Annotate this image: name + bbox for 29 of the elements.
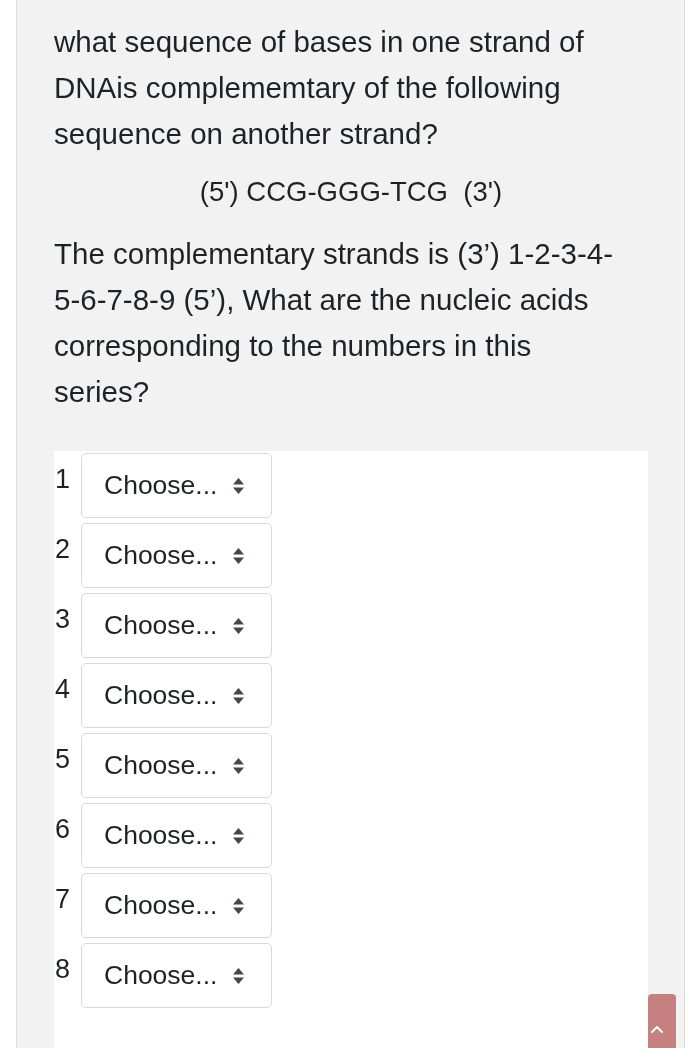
scroll-top-button[interactable] — [648, 994, 676, 1048]
question-prompt: The complementary strands is (3’) 1-2-3-4-5-6-7-8-9 (5’), What are the nucleic acids corresponding to the numbers in this series? — [54, 236, 615, 410]
up-down-caret-icon — [233, 547, 245, 564]
up-down-caret-icon — [233, 617, 245, 634]
answer-select[interactable]: Choose... — [81, 943, 272, 1008]
caret-up-icon — [651, 1026, 663, 1033]
up-down-caret-icon — [233, 827, 245, 844]
up-down-caret-icon — [233, 897, 245, 914]
up-down-caret-icon — [233, 687, 245, 704]
answer-select[interactable]: Choose... — [81, 593, 272, 658]
item-number: 8 — [54, 954, 72, 984]
up-down-caret-icon — [233, 757, 245, 774]
item-number: 5 — [54, 744, 72, 774]
item-number: 3 — [54, 604, 72, 634]
item-number: 7 — [54, 884, 72, 914]
item-number: 2 — [54, 534, 72, 564]
sequence-text: (5') CCG-GGG-TCG (3') — [198, 175, 504, 209]
item-number: 1 — [54, 464, 72, 494]
answer-select[interactable]: Choose... — [81, 663, 272, 728]
item-number: 4 — [54, 674, 72, 704]
question-text: what sequence of bases in one strand of DNAis complememtary of the following sequence on another strand? — [54, 24, 585, 152]
item-number: 6 — [54, 814, 72, 844]
answer-select[interactable]: Choose... — [81, 453, 272, 518]
answer-select[interactable]: Choose... — [81, 803, 272, 868]
up-down-caret-icon — [233, 967, 245, 984]
answer-select[interactable]: Choose... — [81, 523, 272, 588]
up-down-caret-icon — [233, 477, 245, 494]
answer-select[interactable]: Choose... — [81, 733, 272, 798]
answer-select[interactable]: Choose... — [81, 873, 272, 938]
